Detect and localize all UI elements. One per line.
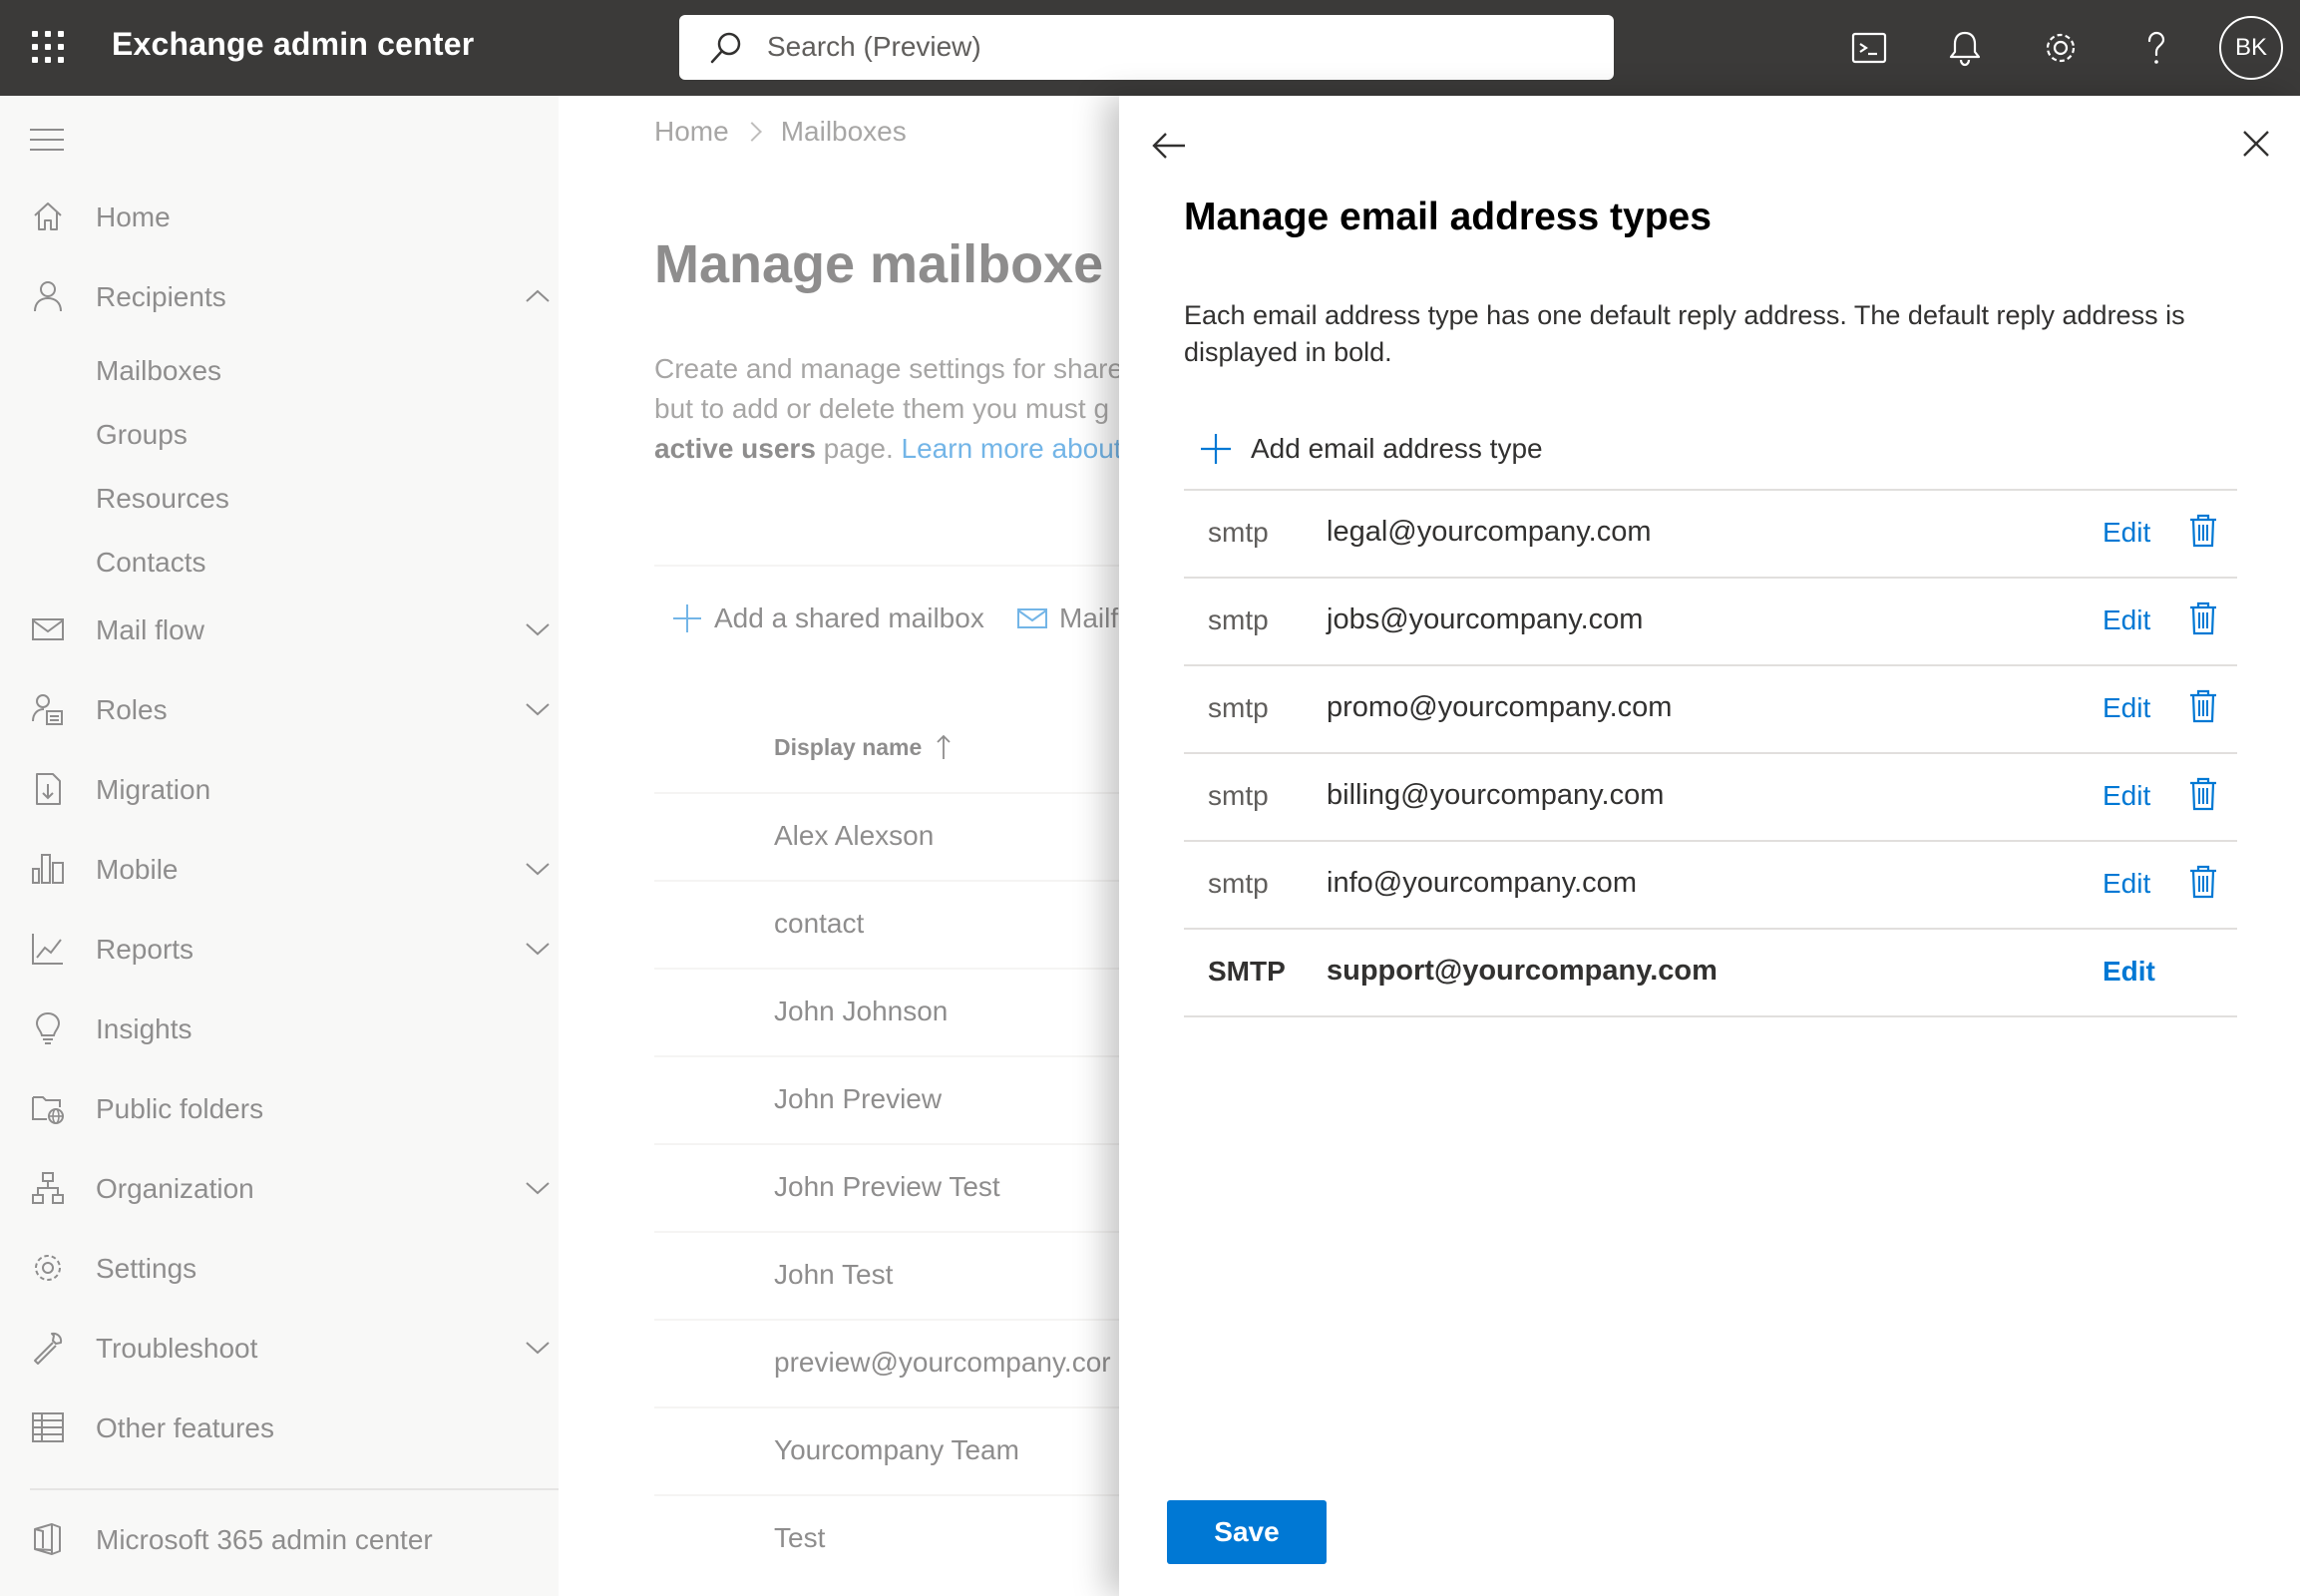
help-icon[interactable] [2134,26,2178,70]
trash-icon[interactable] [2187,513,2219,549]
address-email: support@yourcompany.com [1327,955,1718,987]
address-email: jobs@yourcompany.com [1327,603,1644,635]
app-launcher-icon[interactable] [32,31,64,63]
trash-icon[interactable] [2187,864,2219,900]
modal-overlay[interactable] [0,96,1119,1596]
edit-link[interactable]: Edit [2103,517,2150,549]
app-title[interactable]: Exchange admin center [112,26,474,63]
address-email: billing@yourcompany.com [1327,779,1665,811]
address-type: smtp [1208,517,1269,548]
email-address-row: smtp promo@yourcompany.com Edit [1184,666,2237,754]
terminal-icon[interactable] [1847,26,1891,70]
search-icon [710,32,741,64]
close-icon[interactable] [2238,126,2274,162]
back-arrow-icon[interactable] [1149,126,1189,166]
address-type: smtp [1208,692,1269,723]
search-box[interactable] [679,15,1614,80]
plus-icon [1201,434,1231,464]
edit-link[interactable]: Edit [2103,604,2150,636]
email-address-row: smtp info@yourcompany.com Edit [1184,842,2237,930]
trash-icon[interactable] [2187,600,2219,636]
email-address-row-primary: SMTP support@yourcompany.com Edit [1184,930,2237,1017]
email-address-row: smtp legal@yourcompany.com Edit [1184,491,2237,579]
email-address-row: smtp jobs@yourcompany.com Edit [1184,579,2237,666]
address-type: smtp [1208,780,1269,811]
address-email: info@yourcompany.com [1327,867,1637,899]
email-address-types-panel: Manage email address types Each email ad… [1119,96,2300,1596]
top-bar: Exchange admin center BK [0,0,2300,96]
gear-icon[interactable] [2039,26,2083,70]
address-type: smtp [1208,604,1269,635]
email-address-list: smtp legal@yourcompany.com Edit smtp job… [1184,489,2237,1017]
bell-icon[interactable] [1943,26,1987,70]
edit-link[interactable]: Edit [2103,956,2155,988]
edit-link[interactable]: Edit [2103,780,2150,812]
address-email: promo@yourcompany.com [1327,691,1673,723]
trash-icon[interactable] [2187,688,2219,724]
avatar[interactable]: BK [2219,16,2283,80]
address-email: legal@yourcompany.com [1327,516,1652,548]
save-button[interactable]: Save [1167,1500,1327,1564]
panel-description: Each email address type has one default … [1184,300,2185,367]
add-email-address-type-button[interactable]: Add email address type [1199,427,1543,471]
search-input[interactable] [767,25,1585,69]
email-address-row: smtp billing@yourcompany.com Edit [1184,754,2237,842]
edit-link[interactable]: Edit [2103,692,2150,724]
edit-link[interactable]: Edit [2103,868,2150,900]
panel-title: Manage email address types [1184,196,1712,238]
address-type: smtp [1208,868,1269,899]
trash-icon[interactable] [2187,776,2219,812]
address-type: SMTP [1208,956,1286,987]
add-email-address-type-label: Add email address type [1251,433,1543,464]
